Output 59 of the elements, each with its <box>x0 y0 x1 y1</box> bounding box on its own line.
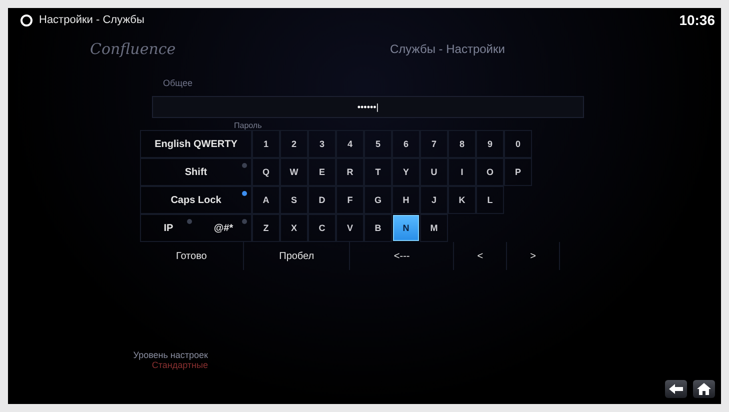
key[interactable]: 1 <box>252 130 280 158</box>
window-title: Настройки - Службы <box>39 14 146 26</box>
key[interactable]: Q <box>252 158 280 186</box>
key[interactable]: G <box>364 186 392 214</box>
key[interactable]: I <box>448 158 476 186</box>
key[interactable]: 6 <box>392 130 420 158</box>
modifier-key[interactable]: IP <box>141 215 196 241</box>
key[interactable]: 3 <box>308 130 336 158</box>
key[interactable]: F <box>336 186 364 214</box>
password-field[interactable]: ••••••| <box>152 96 584 118</box>
modifier-key[interactable]: Shift <box>141 159 251 185</box>
key[interactable]: J <box>420 186 448 214</box>
key[interactable]: 4 <box>336 130 364 158</box>
category-label: Общее <box>163 78 192 88</box>
key[interactable]: E <box>308 158 336 186</box>
key[interactable]: O <box>476 158 504 186</box>
key[interactable]: B <box>364 214 392 242</box>
field-label: Пароль <box>234 121 262 130</box>
key[interactable]: X <box>280 214 308 242</box>
key[interactable]: 8 <box>448 130 476 158</box>
key[interactable]: S <box>280 186 308 214</box>
settings-level-label: Уровень настроек <box>133 350 208 360</box>
arrow-left-icon <box>669 384 683 394</box>
home-button[interactable] <box>693 380 715 398</box>
back-button[interactable] <box>665 380 687 398</box>
key[interactable]: 5 <box>364 130 392 158</box>
key[interactable]: K <box>448 186 476 214</box>
key[interactable]: C <box>308 214 336 242</box>
modifier-key[interactable]: Caps Lock <box>141 187 251 213</box>
key[interactable]: R <box>336 158 364 186</box>
key[interactable]: N <box>393 215 419 241</box>
key[interactable]: V <box>336 214 364 242</box>
key[interactable]: L <box>476 186 504 214</box>
key[interactable]: Y <box>392 158 420 186</box>
modifier-key[interactable]: @#* <box>196 215 251 241</box>
key[interactable]: W <box>280 158 308 186</box>
cursor-key[interactable]: > <box>507 242 560 270</box>
cursor-key[interactable]: < <box>454 242 508 270</box>
key[interactable]: 9 <box>476 130 504 158</box>
key[interactable]: 2 <box>280 130 308 158</box>
backspace-key[interactable]: <--- <box>350 242 454 270</box>
key[interactable]: A <box>252 186 280 214</box>
page-heading: Службы - Настройки <box>390 42 505 56</box>
key[interactable]: T <box>364 158 392 186</box>
key[interactable]: 0 <box>504 130 532 158</box>
settings-level-value: Стандартные <box>152 360 208 370</box>
key[interactable]: U <box>420 158 448 186</box>
layout-label: English QWERTY <box>140 130 252 158</box>
key[interactable]: P <box>504 158 532 186</box>
clock: 10:36 <box>679 12 715 28</box>
house-icon <box>697 383 711 395</box>
key[interactable]: Z <box>252 214 280 242</box>
logo: Confluence <box>90 40 177 58</box>
key[interactable]: D <box>308 186 336 214</box>
key[interactable]: 7 <box>420 130 448 158</box>
space-key[interactable]: Пробел <box>244 242 350 270</box>
key[interactable]: M <box>420 214 448 242</box>
key[interactable]: H <box>392 186 420 214</box>
done-key[interactable]: Готово <box>140 242 244 270</box>
